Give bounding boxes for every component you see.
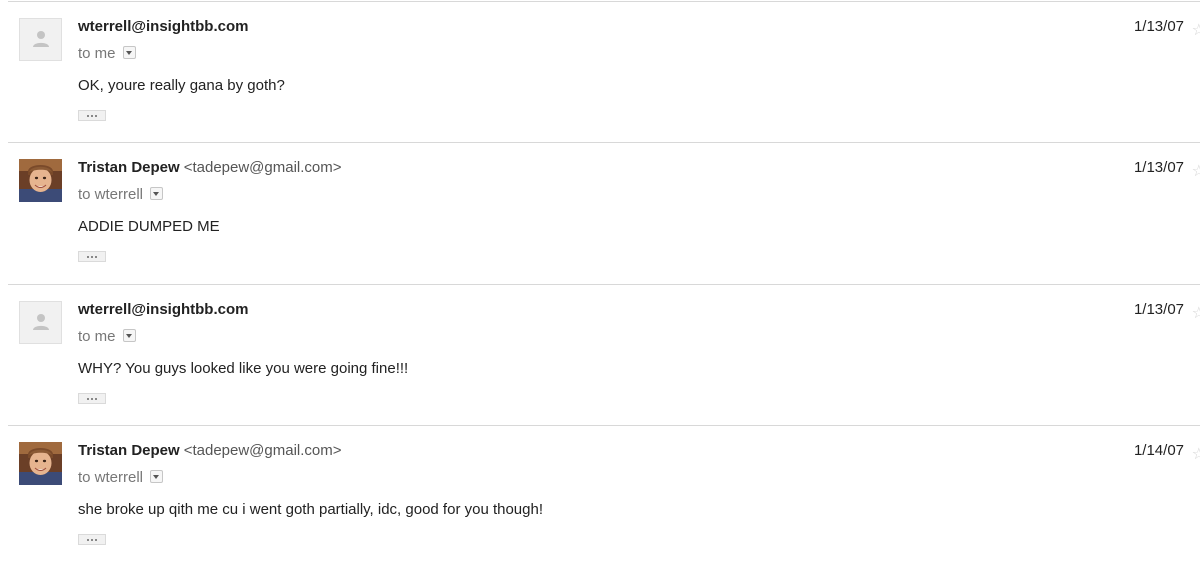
user-photo (19, 442, 62, 485)
sender-name[interactable]: Tristan Depew (78, 159, 180, 176)
avatar[interactable] (19, 301, 62, 344)
recipient-label: to wterrell (78, 469, 144, 486)
person-icon (33, 31, 49, 47)
star-icon[interactable]: ☆ (1192, 446, 1200, 462)
sender-name[interactable]: wterrell@insightbb.com (78, 301, 248, 318)
chevron-down-icon[interactable] (122, 329, 136, 343)
sender[interactable]: Tristan Depew <tadepew@gmail.com> (78, 442, 342, 460)
show-trimmed-content-icon[interactable] (78, 534, 106, 545)
sender[interactable]: Tristan Depew <tadepew@gmail.com> (78, 159, 342, 177)
star-icon[interactable]: ☆ (1192, 163, 1200, 179)
chevron-down-icon[interactable] (150, 187, 164, 201)
sender-name[interactable]: Tristan Depew (78, 442, 180, 459)
message-date: 1/13/07 (1133, 159, 1184, 176)
show-trimmed-content-icon[interactable] (78, 393, 106, 404)
recipient-label: to me (78, 328, 116, 345)
email-thread: wterrell@insightbb.com to me 1/13/07 ☆ O… (0, 0, 1200, 565)
user-photo (19, 159, 62, 202)
recipient-line: to me (78, 45, 136, 63)
message-date: 1/13/07 (1133, 301, 1184, 318)
message-date: 1/14/07 (1133, 442, 1184, 459)
message-item[interactable]: wterrell@insightbb.com to me 1/13/07 ☆ W… (8, 284, 1200, 425)
recipient-label: to wterrell (78, 186, 144, 203)
star-icon[interactable]: ☆ (1192, 305, 1200, 321)
show-trimmed-content-icon[interactable] (78, 251, 106, 262)
chevron-down-icon[interactable] (150, 470, 164, 484)
recipient-label: to me (78, 45, 116, 62)
recipient-line: to wterrell (78, 469, 164, 487)
sender-email: <tadepew@gmail.com> (183, 442, 342, 459)
sender[interactable]: wterrell@insightbb.com (78, 301, 252, 319)
message-body: OK, youre really gana by goth? (78, 77, 285, 94)
message-item[interactable]: wterrell@insightbb.com to me 1/13/07 ☆ O… (8, 1, 1200, 142)
message-body: WHY? You guys looked like you were going… (78, 360, 409, 377)
recipient-line: to me (78, 328, 136, 346)
star-icon[interactable]: ☆ (1192, 22, 1200, 38)
message-body: ADDIE DUMPED ME (78, 218, 220, 235)
sender[interactable]: wterrell@insightbb.com (78, 18, 252, 36)
message-body: she broke up qith me cu i went goth part… (78, 501, 543, 518)
avatar[interactable] (19, 18, 62, 61)
avatar[interactable] (19, 159, 62, 202)
message-item[interactable]: Tristan Depew <tadepew@gmail.com> to wter… (8, 425, 1200, 565)
person-icon (33, 314, 49, 330)
recipient-line: to wterrell (78, 186, 164, 204)
show-trimmed-content-icon[interactable] (78, 110, 106, 121)
sender-email: <tadepew@gmail.com> (183, 159, 342, 176)
sender-name[interactable]: wterrell@insightbb.com (78, 18, 248, 35)
message-item[interactable]: Tristan Depew <tadepew@gmail.com> to wter… (8, 142, 1200, 283)
message-date: 1/13/07 (1133, 18, 1184, 35)
chevron-down-icon[interactable] (122, 46, 136, 60)
avatar[interactable] (19, 442, 62, 485)
